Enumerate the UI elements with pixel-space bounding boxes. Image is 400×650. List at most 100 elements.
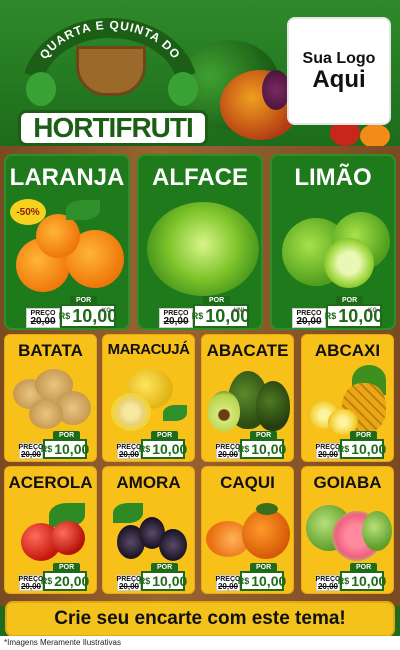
price-value: 10,00 xyxy=(251,573,287,589)
price-value: 10,00 xyxy=(152,441,188,457)
price-tag: PREÇO 20,00 POR UNI R$ 10,00 xyxy=(159,296,250,328)
new-price: POR R$ 10,00 xyxy=(40,431,90,459)
price-tag: PREÇO 20,00 POR R$ 10,00 xyxy=(117,431,188,459)
product-name: LARANJA xyxy=(9,164,125,191)
product-card-caqui[interactable]: CAQUI PREÇO 20,00 POR R$ 10,00 xyxy=(201,466,294,594)
price-tag: PREÇO 20,00 POR KG R$ 10,00 xyxy=(292,296,383,328)
product-name: ALFACE xyxy=(152,164,248,191)
currency: R$ xyxy=(138,444,151,454)
old-price-value: 20,00 xyxy=(217,581,239,591)
leaf-icon xyxy=(26,72,56,106)
old-price: PREÇO 20,00 xyxy=(117,443,141,459)
new-price: POR KG R$ 10,00 xyxy=(324,296,383,328)
currency: R$ xyxy=(324,311,337,321)
por-label: POR xyxy=(70,296,98,305)
por-label: POR xyxy=(336,296,364,305)
old-price-value: 20,00 xyxy=(217,449,239,459)
logo-line2: Aqui xyxy=(312,66,366,93)
product-card-abcaxi[interactable]: ABCAXI PREÇO 20,00 POR R$ 10,00 xyxy=(301,334,394,462)
orange-illustration xyxy=(360,124,390,148)
por-label: POR xyxy=(151,563,179,572)
new-price: POR KG R$ 10,00 xyxy=(58,296,117,328)
price-value: 10,00 xyxy=(251,441,287,457)
price-value: 10,00 xyxy=(54,441,90,457)
price-tag: PREÇO 20,00 POR R$ 10,00 xyxy=(117,563,188,591)
currency: R$ xyxy=(237,576,250,586)
avocado-half-icon xyxy=(208,391,240,431)
currency: R$ xyxy=(337,444,350,454)
product-card-laranja[interactable]: LARANJA PREÇO 20,00 POR KG R$ 10,00 xyxy=(4,154,130,330)
disclaimer: *Imagens Meramente Ilustrativas xyxy=(4,638,121,647)
product-name: ABCAXI xyxy=(314,341,381,360)
product-card-amora[interactable]: AMORA PREÇO 20,00 POR R$ 10,00 xyxy=(102,466,195,594)
logo-placeholder[interactable]: Sua Logo Aqui xyxy=(287,17,391,125)
orange-icon xyxy=(36,214,80,258)
por-label: POR xyxy=(250,563,278,572)
old-price-value: 20,00 xyxy=(317,449,339,459)
price-value: 10,00 xyxy=(351,441,387,457)
old-price: PREÇO 20,00 xyxy=(159,308,193,328)
blackberry-icon xyxy=(159,529,187,561)
currency: R$ xyxy=(40,444,53,454)
new-price: POR R$ 10,00 xyxy=(237,431,287,459)
por-label: POR xyxy=(53,431,81,440)
product-name: ABACATE xyxy=(206,341,289,360)
product-card-maracuja[interactable]: MARACUJÁ PREÇO 20,00 POR R$ 10,00 xyxy=(102,334,195,462)
new-price: POR R$ 10,00 xyxy=(138,431,188,459)
price-tag: PREÇO 20,00 POR KG R$ 10,00 xyxy=(26,296,117,328)
old-price-value: 20,00 xyxy=(296,315,322,327)
old-price: PREÇO 20,00 xyxy=(26,308,60,328)
currency: R$ xyxy=(58,311,71,321)
price-value: 10,00 xyxy=(152,573,188,589)
discount-badge: -50% xyxy=(10,199,46,225)
unit-label: UNI xyxy=(233,308,244,314)
price-value: 20,00 xyxy=(54,573,90,589)
price-tag: PREÇO 20,00 POR R$ 10,00 xyxy=(216,431,287,459)
passion-fruit-slice-icon xyxy=(111,393,151,431)
new-price: POR R$ 20,00 xyxy=(40,563,90,591)
currency: R$ xyxy=(237,444,250,454)
currency: R$ xyxy=(138,576,151,586)
product-card-acerola[interactable]: ACEROLA PREÇO 20,00 POR R$ 20,00 xyxy=(4,466,97,594)
guava-icon xyxy=(362,511,392,551)
por-label: POR xyxy=(350,563,378,572)
currency: R$ xyxy=(40,576,53,586)
unit-label: KG xyxy=(102,308,111,314)
product-name: GOIABA xyxy=(313,473,382,492)
cta-banner[interactable]: Crie seu encarte com este tema! xyxy=(5,601,395,637)
new-price: POR UNI R$ 10,00 xyxy=(191,296,250,328)
new-price: POR R$ 10,00 xyxy=(337,563,386,591)
product-name: ACEROLA xyxy=(8,473,93,492)
product-card-limao[interactable]: LIMÃO PREÇO 20,00 POR KG R$ 10,00 xyxy=(270,154,396,330)
product-card-goiaba[interactable]: GOIABA PREÇO 20,00 POR R$ 10,00 xyxy=(301,466,394,594)
leaf-icon xyxy=(113,503,143,523)
old-price: PREÇO 20,00 xyxy=(292,308,326,328)
leaf-icon xyxy=(256,503,278,515)
product-card-batata[interactable]: BATATA PREÇO 20,00 POR R$ 10,00 xyxy=(4,334,97,462)
currency: R$ xyxy=(191,311,204,321)
basket-icon xyxy=(76,46,146,96)
lettuce-icon xyxy=(147,202,259,296)
new-price: POR R$ 10,00 xyxy=(337,431,387,459)
por-label: POR xyxy=(53,563,81,572)
potato-icon xyxy=(29,399,63,429)
brand-name: HORTIFRUTI xyxy=(18,110,208,146)
avocado-icon xyxy=(256,381,290,431)
por-label: POR xyxy=(203,296,231,305)
product-name: MARACUJÁ xyxy=(107,341,190,358)
product-name: CAQUI xyxy=(220,473,275,492)
old-price-value: 20,00 xyxy=(163,315,189,327)
currency: R$ xyxy=(337,576,350,586)
hortifruti-logo: QUARTA E QUINTA DO HORTIFRUTI xyxy=(10,10,210,150)
product-name: BATATA xyxy=(18,341,83,360)
old-price-value: 20,00 xyxy=(118,449,140,459)
product-card-alface[interactable]: ALFACE PREÇO 20,00 POR UNI R$ 10,00 xyxy=(137,154,263,330)
old-price-value: 20,00 xyxy=(317,581,339,591)
leaf-icon xyxy=(66,200,100,220)
product-card-abacate[interactable]: ABACATE PREÇO 20,00 POR R$ 10,00 xyxy=(201,334,294,462)
por-label: POR xyxy=(350,431,378,440)
old-price-value: 20,00 xyxy=(20,449,42,459)
leaf-icon xyxy=(168,72,198,106)
por-label: POR xyxy=(250,431,278,440)
new-price: POR R$ 10,00 xyxy=(138,563,188,591)
